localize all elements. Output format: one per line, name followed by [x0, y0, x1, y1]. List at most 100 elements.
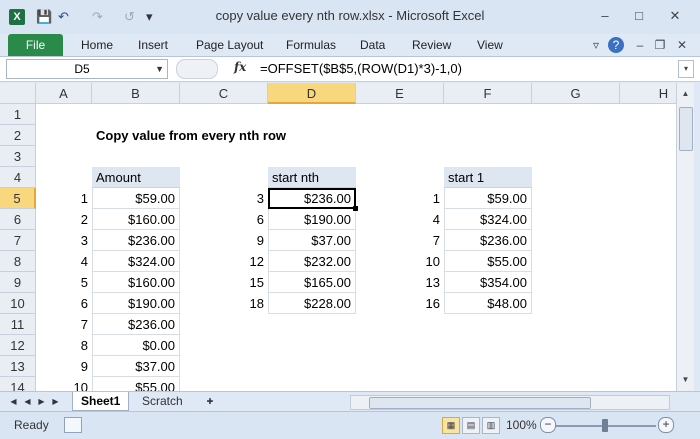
insert-function-icon[interactable]: fx	[234, 60, 246, 74]
start-nth-index-cell[interactable]: 9	[180, 230, 268, 251]
normal-view-icon[interactable]: ▦	[442, 417, 460, 434]
amount-value-cell[interactable]: $55.00	[92, 377, 180, 391]
tab-page-layout[interactable]: Page Layout	[196, 34, 263, 56]
start-nth-index-cell[interactable]: 6	[180, 209, 268, 230]
start-nth-index-cell[interactable]: 18	[180, 293, 268, 314]
sheet-tab-scratch[interactable]: Scratch	[134, 392, 191, 410]
row-header-4[interactable]: 4	[0, 167, 36, 188]
amount-index-cell[interactable]: 8	[36, 335, 92, 356]
row-header-10[interactable]: 10	[0, 293, 36, 314]
workbook-restore-icon[interactable]: ❐	[652, 37, 668, 53]
start-1-index-cell[interactable]: 13	[356, 272, 444, 293]
close-button[interactable]: ✕	[662, 7, 688, 25]
start-1-value-cell[interactable]: $55.00	[444, 251, 532, 272]
start-1-value-cell[interactable]: $236.00	[444, 230, 532, 251]
amount-value-cell[interactable]: $160.00	[92, 209, 180, 230]
amount-value-cell[interactable]: $236.00	[92, 314, 180, 335]
amount-index-cell[interactable]: 3	[36, 230, 92, 251]
insert-sheet-icon[interactable]: ✚	[202, 395, 218, 409]
formula-input[interactable]: =OFFSET($B$5,(ROW(D1)*3)-1,0)	[260, 61, 462, 76]
zoom-out-button[interactable]: −	[540, 417, 556, 433]
vertical-scroll-thumb[interactable]	[679, 107, 693, 151]
first-sheet-icon[interactable]: ◀	[8, 395, 19, 409]
column-header-d[interactable]: D	[268, 83, 356, 104]
amount-index-cell[interactable]: 5	[36, 272, 92, 293]
select-all-corner[interactable]	[0, 83, 36, 104]
chevron-down-icon[interactable]: ▼	[155, 60, 164, 78]
row-header-3[interactable]: 3	[0, 146, 36, 167]
worksheet-grid[interactable]: A B C D E F G H 1 2 3 4 5 6 7 8 9 10 11 12 13 14 Copy value fr…	[0, 83, 676, 391]
horizontal-scrollbar[interactable]	[350, 395, 670, 410]
page-break-view-icon[interactable]: ▥	[482, 417, 500, 434]
start-1-value-cell[interactable]: $354.00	[444, 272, 532, 293]
amount-value-cell[interactable]: $190.00	[92, 293, 180, 314]
start-nth-value-cell[interactable]: $37.00	[268, 230, 356, 251]
column-header-g[interactable]: G	[532, 83, 620, 104]
tab-file[interactable]: File	[8, 34, 63, 56]
start-1-index-cell[interactable]: 10	[356, 251, 444, 272]
start-1-index-cell[interactable]: 7	[356, 230, 444, 251]
amount-value-cell[interactable]: $160.00	[92, 272, 180, 293]
last-sheet-icon[interactable]: ▶	[50, 395, 61, 409]
amount-value-cell[interactable]: $0.00	[92, 335, 180, 356]
amount-value-cell[interactable]: $59.00	[92, 188, 180, 209]
row-header-8[interactable]: 8	[0, 251, 36, 272]
scroll-down-icon[interactable]: ▼	[679, 373, 692, 387]
start-nth-index-cell[interactable]: 12	[180, 251, 268, 272]
row-header-13[interactable]: 13	[0, 356, 36, 377]
start-nth-value-cell[interactable]: $190.00	[268, 209, 356, 230]
start-1-value-cell[interactable]: $324.00	[444, 209, 532, 230]
amount-index-cell[interactable]: 10	[36, 377, 92, 391]
start-nth-index-cell[interactable]: 15	[180, 272, 268, 293]
macro-recording-icon[interactable]	[64, 417, 82, 433]
start-nth-value-cell[interactable]: $232.00	[268, 251, 356, 272]
tab-formulas[interactable]: Formulas	[286, 34, 336, 56]
amount-index-cell[interactable]: 6	[36, 293, 92, 314]
start-1-header[interactable]: start 1	[444, 167, 532, 188]
maximize-button[interactable]: □	[626, 7, 652, 25]
tab-data[interactable]: Data	[360, 34, 385, 56]
formula-bar-splitter[interactable]	[176, 59, 218, 79]
row-header-11[interactable]: 11	[0, 314, 36, 335]
workbook-close-icon[interactable]: ✕	[674, 37, 690, 53]
name-box[interactable]: D5 ▼	[6, 59, 168, 79]
column-header-f[interactable]: F	[444, 83, 532, 104]
scroll-up-icon[interactable]: ▲	[679, 87, 692, 101]
start-nth-value-cell[interactable]: $165.00	[268, 272, 356, 293]
sheet-tab-sheet1[interactable]: Sheet1	[72, 392, 130, 411]
start-nth-value-cell[interactable]: $228.00	[268, 293, 356, 314]
start-1-value-cell[interactable]: $59.00	[444, 188, 532, 209]
row-header-12[interactable]: 12	[0, 335, 36, 356]
column-header-e[interactable]: E	[356, 83, 444, 104]
amount-index-cell[interactable]: 4	[36, 251, 92, 272]
expand-formula-bar-icon[interactable]: ▾	[678, 60, 694, 78]
row-header-7[interactable]: 7	[0, 230, 36, 251]
tab-review[interactable]: Review	[412, 34, 451, 56]
column-header-b[interactable]: B	[92, 83, 180, 104]
horizontal-scroll-thumb[interactable]	[369, 397, 591, 409]
next-sheet-icon[interactable]: ▶	[36, 395, 47, 409]
amount-index-cell[interactable]: 2	[36, 209, 92, 230]
amount-header[interactable]: Amount	[92, 167, 180, 188]
start-nth-index-cell[interactable]: 3	[180, 188, 268, 209]
amount-value-cell[interactable]: $324.00	[92, 251, 180, 272]
zoom-level[interactable]: 100%	[506, 418, 537, 432]
amount-index-cell[interactable]: 1	[36, 188, 92, 209]
start-1-index-cell[interactable]: 4	[356, 209, 444, 230]
minimize-button[interactable]: –	[592, 7, 618, 25]
zoom-slider-knob[interactable]	[602, 419, 608, 432]
row-header-14[interactable]: 14	[0, 377, 36, 391]
tab-view[interactable]: View	[477, 34, 503, 56]
row-header-1[interactable]: 1	[0, 104, 36, 125]
amount-value-cell[interactable]: $236.00	[92, 230, 180, 251]
amount-index-cell[interactable]: 7	[36, 314, 92, 335]
column-header-a[interactable]: A	[36, 83, 92, 104]
zoom-in-button[interactable]: +	[658, 417, 674, 433]
row-header-2[interactable]: 2	[0, 125, 36, 146]
start-1-index-cell[interactable]: 16	[356, 293, 444, 314]
help-icon[interactable]: ?	[608, 37, 624, 53]
amount-index-cell[interactable]: 9	[36, 356, 92, 377]
vertical-scrollbar[interactable]: ▲ ▼	[676, 83, 694, 391]
tab-home[interactable]: Home	[81, 34, 113, 56]
tab-insert[interactable]: Insert	[138, 34, 168, 56]
